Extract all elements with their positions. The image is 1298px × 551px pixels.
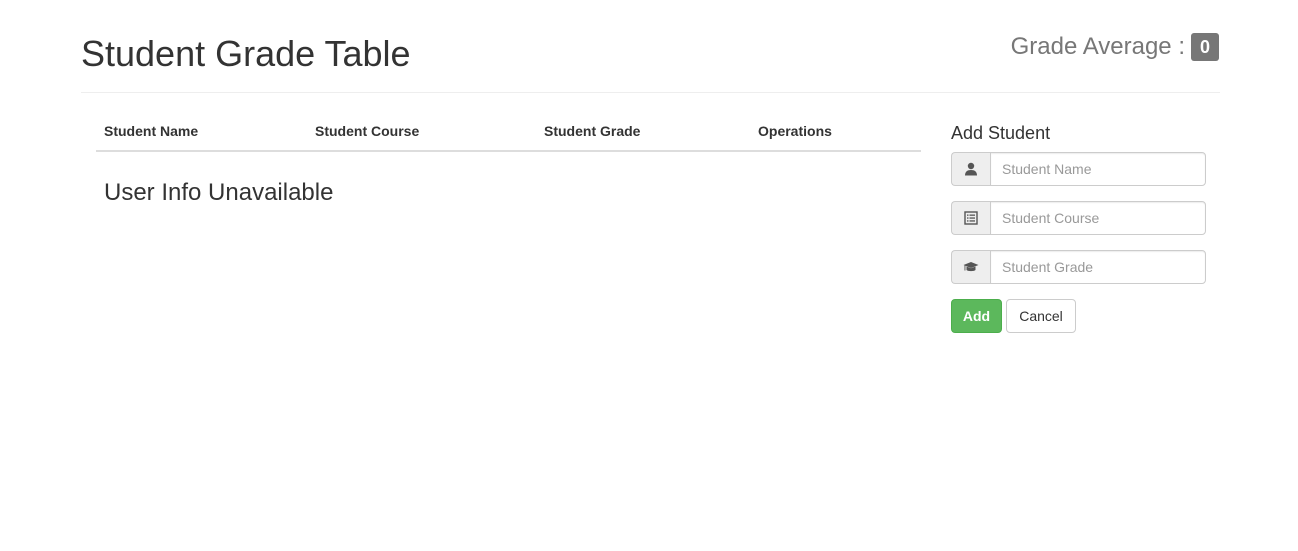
table-header-row: Student Name Student Course Student Grad… (96, 113, 921, 152)
graduation-cap-icon (951, 250, 990, 284)
column-header-operations: Operations (750, 113, 921, 152)
table-header: Student Name Student Course Student Grad… (96, 113, 921, 152)
column-header-student-name[interactable]: Student Name (96, 113, 307, 152)
student-course-input[interactable] (990, 201, 1206, 235)
cancel-button[interactable]: Cancel (1006, 299, 1076, 333)
empty-table-message: User Info Unavailable (104, 179, 334, 206)
grade-average: Grade Average : 0 (1011, 31, 1219, 63)
column-header-student-grade[interactable]: Student Grade (536, 113, 750, 152)
column-header-student-course[interactable]: Student Course (307, 113, 536, 152)
list-alt-icon (951, 201, 990, 235)
user-icon (951, 152, 990, 186)
grade-average-badge: 0 (1190, 33, 1219, 61)
add-student-title: Add Student (951, 123, 1051, 143)
page-header: Student Grade Table Grade Average : 0 (81, 0, 1220, 93)
add-button[interactable]: Add (951, 299, 1002, 333)
student-grade-table: Student Name Student Course Student Grad… (96, 113, 921, 152)
student-grade-input[interactable] (990, 250, 1206, 284)
student-name-input[interactable] (990, 152, 1206, 186)
student-name-group (951, 152, 1206, 186)
grade-average-label: Grade Average : (1010, 33, 1185, 60)
form-buttons: Add Cancel (951, 299, 1206, 333)
student-grade-group (951, 250, 1206, 284)
student-course-group (951, 201, 1206, 235)
page-title: Student Grade Table (81, 33, 411, 74)
add-student-form: Add Student Student Name Student Course … (951, 120, 1206, 333)
page: Student Grade Table Grade Average : 0 St… (0, 0, 1298, 551)
